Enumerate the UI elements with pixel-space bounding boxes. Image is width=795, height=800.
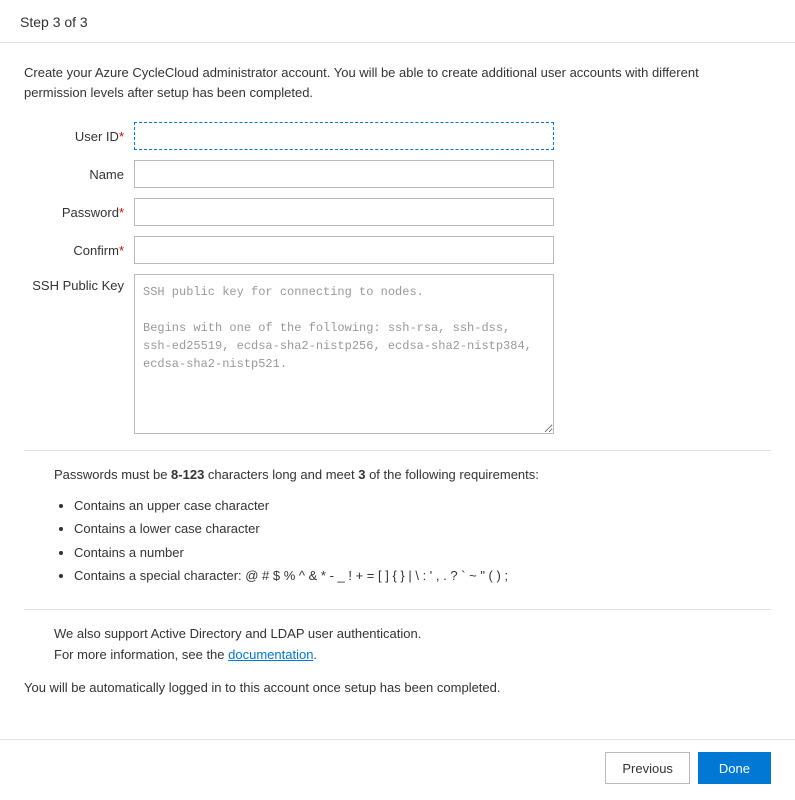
ssh-label: SSH Public Key xyxy=(24,274,134,293)
confirm-row: Confirm* xyxy=(24,236,771,264)
confirm-required-star: * xyxy=(119,243,124,258)
name-row: Name xyxy=(24,160,771,188)
previous-button[interactable]: Previous xyxy=(605,752,690,784)
ldap-section: We also support Active Directory and LDA… xyxy=(24,609,771,711)
confirm-label: Confirm* xyxy=(24,243,134,258)
list-item: Contains an upper case character xyxy=(74,494,771,517)
auto-login-text: You will be automatically logged in to t… xyxy=(24,678,771,698)
user-id-required-star: * xyxy=(119,129,124,144)
list-item: Contains a lower case character xyxy=(74,517,771,540)
ldap-text-2: For more information, see the documentat… xyxy=(24,645,771,666)
step-title: Step 3 of 3 xyxy=(20,14,88,30)
done-button[interactable]: Done xyxy=(698,752,771,784)
ssh-row: SSH Public Key xyxy=(24,274,771,434)
list-item: Contains a special character: @ # $ % ^ … xyxy=(74,564,771,587)
password-required-star: * xyxy=(119,205,124,220)
documentation-link[interactable]: documentation xyxy=(228,647,313,662)
user-id-input[interactable] xyxy=(134,122,554,150)
password-label: Password* xyxy=(24,205,134,220)
password-row: Password* xyxy=(24,198,771,226)
main-content: Create your Azure CycleCloud administrat… xyxy=(0,43,795,739)
password-range: 8-123 xyxy=(171,467,204,482)
password-policy-text: Passwords must be 8-123 characters long … xyxy=(24,465,771,486)
confirm-input[interactable] xyxy=(134,236,554,264)
name-input[interactable] xyxy=(134,160,554,188)
user-id-label: User ID* xyxy=(24,129,134,144)
name-label: Name xyxy=(24,167,134,182)
page-container: Step 3 of 3 Create your Azure CycleCloud… xyxy=(0,0,795,800)
password-input[interactable] xyxy=(134,198,554,226)
password-requirements-list: Contains an upper case character Contain… xyxy=(24,494,771,588)
footer-buttons: Previous Done xyxy=(0,739,795,800)
form-section: User ID* Name Password* Confirm* xyxy=(24,122,771,434)
step-header: Step 3 of 3 xyxy=(0,0,795,43)
user-id-row: User ID* xyxy=(24,122,771,150)
ssh-textarea[interactable] xyxy=(134,274,554,434)
password-policy-section: Passwords must be 8-123 characters long … xyxy=(24,450,771,601)
list-item: Contains a number xyxy=(74,541,771,564)
description-text: Create your Azure CycleCloud administrat… xyxy=(24,63,744,102)
ldap-text-1: We also support Active Directory and LDA… xyxy=(24,624,771,645)
